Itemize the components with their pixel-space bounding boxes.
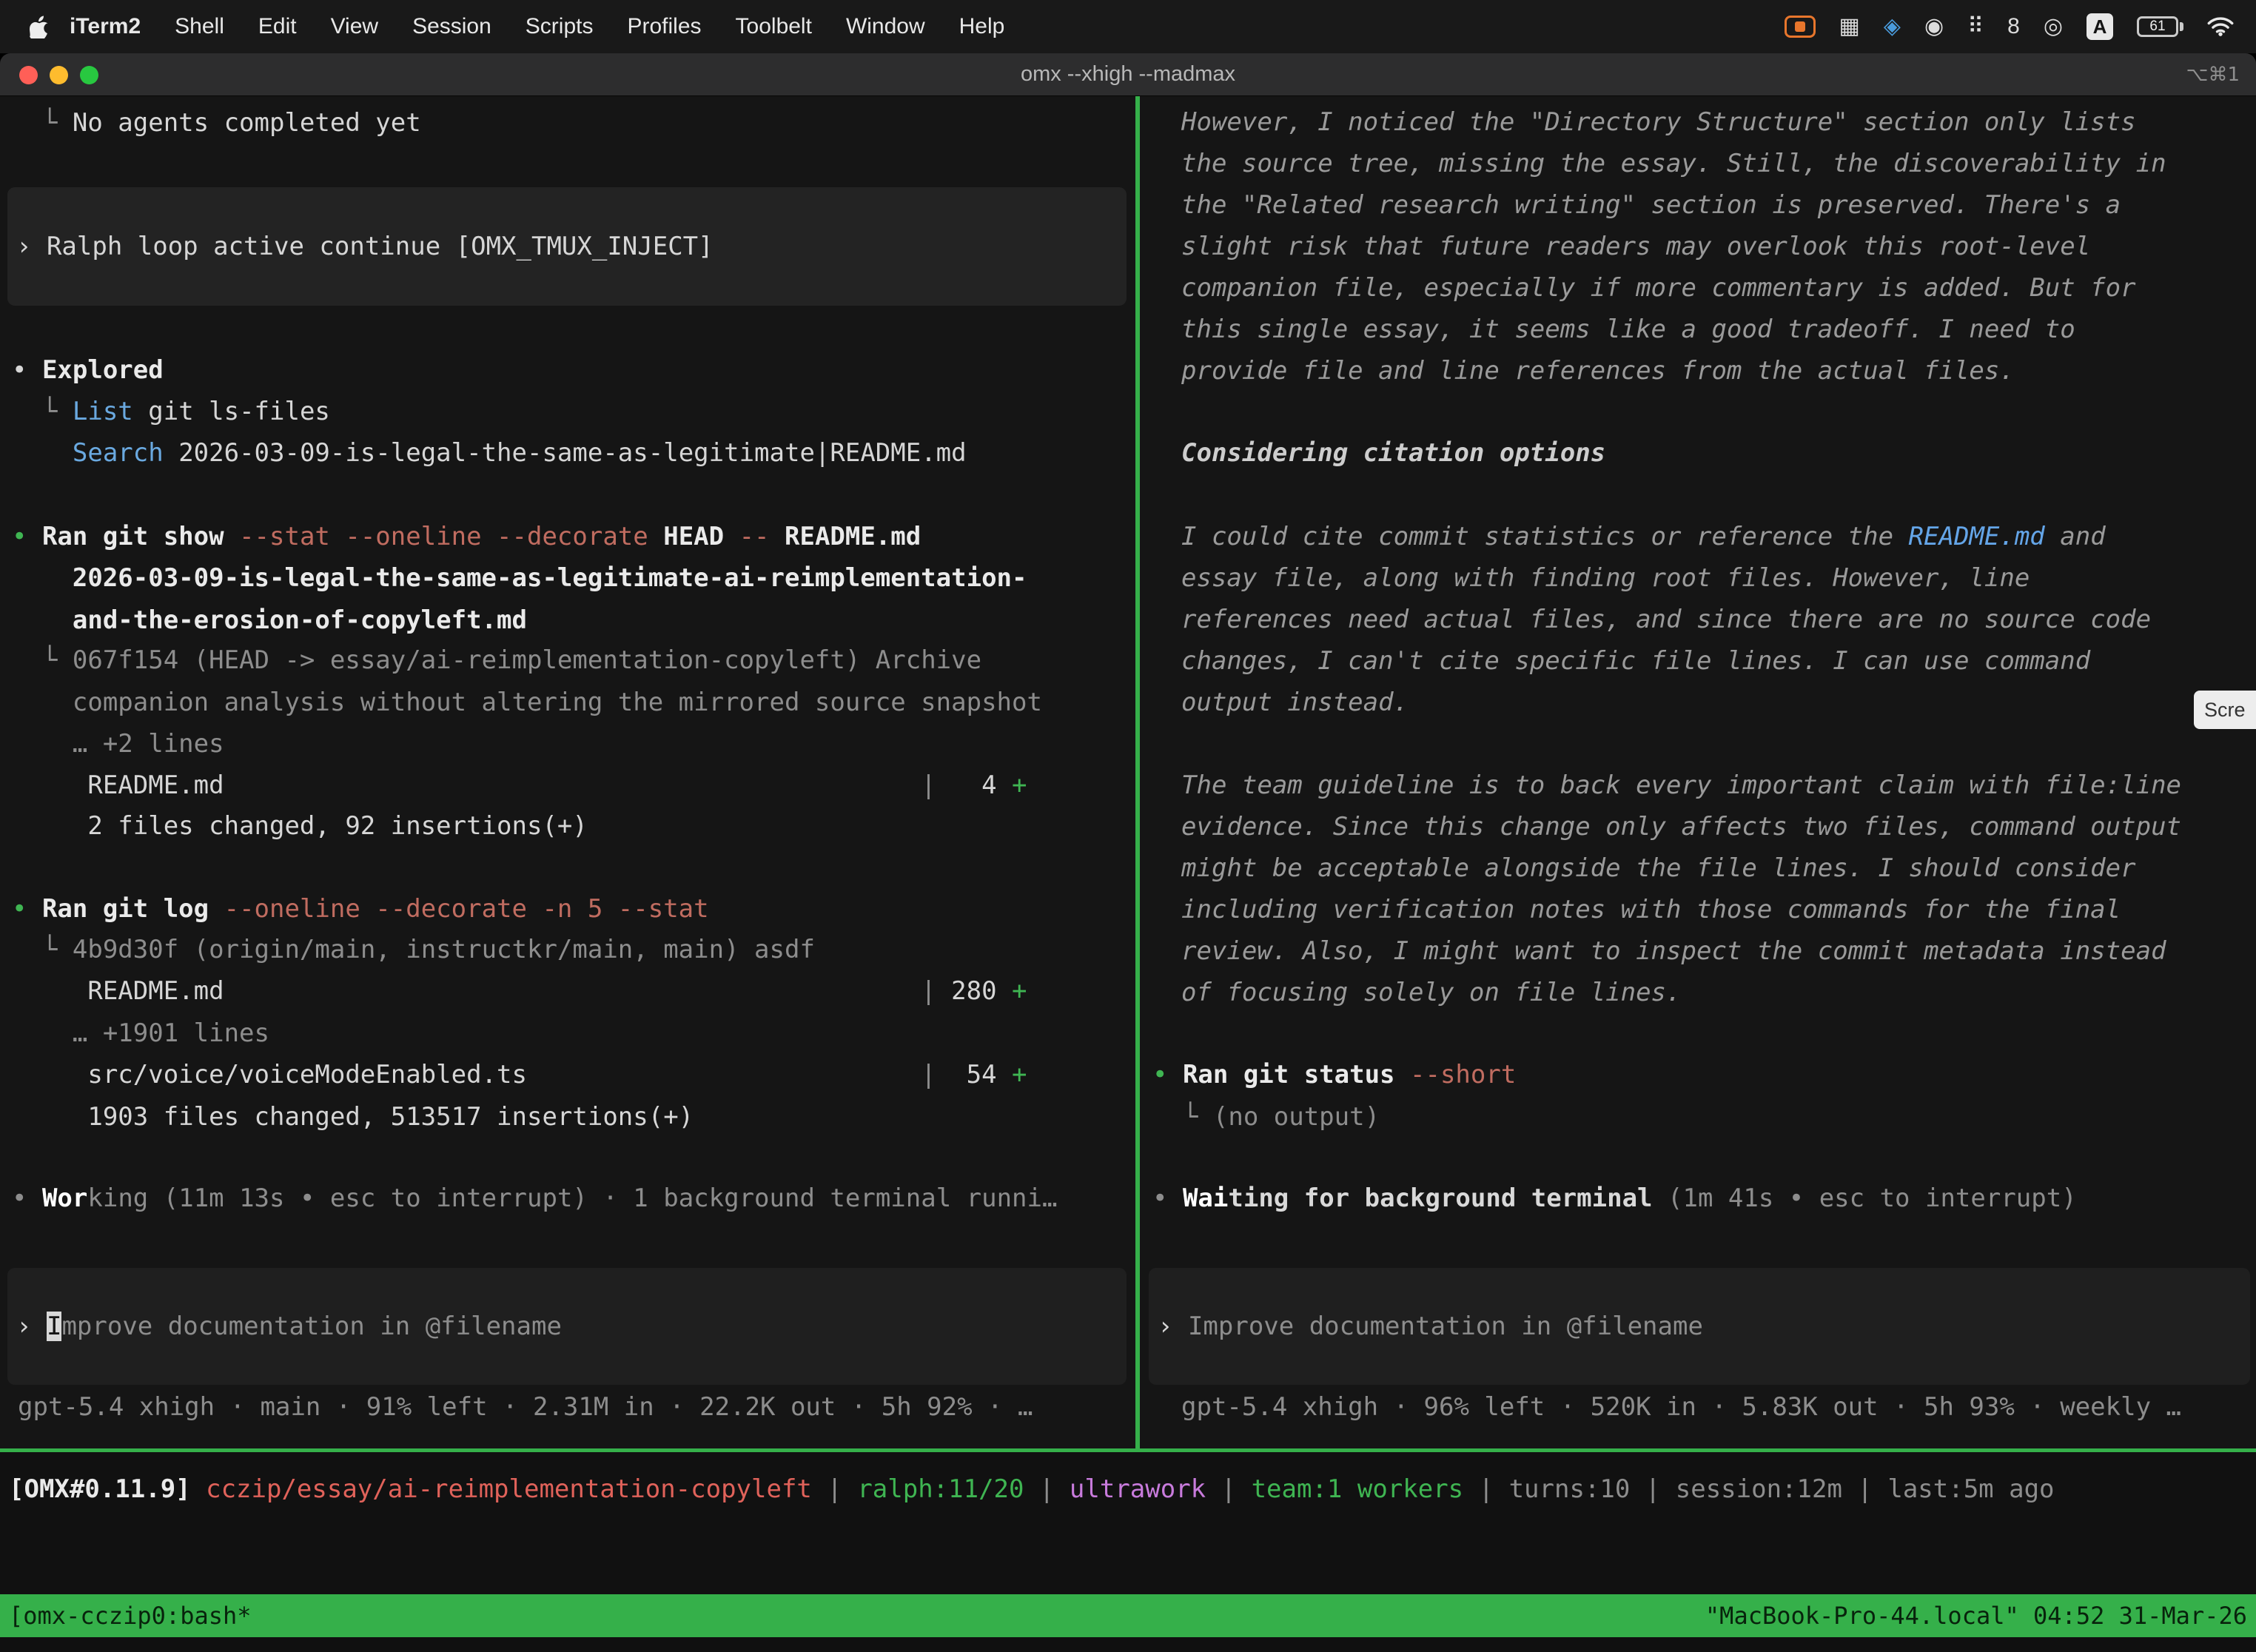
- git-show-stat-summary: 2 files changed, 92 insertions(+): [12, 805, 588, 847]
- git-show-output-ellipsis: … +2 lines: [12, 723, 224, 765]
- omx-status-pane[interactable]: [OMX#0.11.9] cczip/essay/ai-reimplementa…: [0, 1452, 2256, 1594]
- tab-shortcut: ⌥⌘1: [2186, 53, 2240, 96]
- tmux-status-bar: [omx-cczip0:bash* "MacBook-Pro-44.local"…: [0, 1594, 2256, 1637]
- menu-bar-status-area: ▦ ◈ ◉ ⠿ 8 ◎ A 61: [1785, 13, 2234, 40]
- screen-share-tooltip: Scre: [2194, 691, 2256, 729]
- dark-app-icon[interactable]: ◉: [1924, 16, 1944, 38]
- explored-search-line: Search 2026-03-09-is-legal-the-same-as-l…: [12, 432, 967, 474]
- prompt-input-left[interactable]: › Improve documentation in @filename: [7, 1268, 1127, 1385]
- model-status-line-right: gpt-5.4 xhigh · 96% left · 520K in · 5.8…: [1181, 1386, 2181, 1428]
- menu-item-iterm2[interactable]: iTerm2: [49, 14, 158, 39]
- explored-header: • Explored: [12, 349, 164, 391]
- menu-item-toolbelt[interactable]: Toolbelt: [719, 14, 829, 39]
- apple-logo-icon: [30, 16, 49, 38]
- ran-git-status-command: • Ran git status --short: [1152, 1054, 1516, 1095]
- git-show-output-commit: └ 067f154 (HEAD -> essay/ai-reimplementa…: [12, 639, 981, 681]
- menu-item-view[interactable]: View: [314, 14, 395, 39]
- keycap-icon[interactable]: 8: [2007, 16, 2020, 38]
- ran-git-log-command: • Ran git log --oneline --decorate -n 5 …: [12, 888, 709, 930]
- window-title: omx --xhigh --madmax: [0, 53, 2256, 95]
- working-status-line: • Working (11m 13s • esc to interrupt) ·…: [12, 1178, 1057, 1219]
- wifi-icon[interactable]: [2207, 16, 2234, 37]
- git-log-output-ellipsis: … +1901 lines: [12, 1013, 269, 1054]
- thinking-paragraph-2: I could cite commit statistics or refere…: [1181, 516, 2151, 723]
- ralph-inject-banner: › Ralph loop active continue [OMX_TMUX_I…: [7, 187, 1127, 306]
- command-continuation-line: and-the-erosion-of-copyleft.md: [12, 600, 527, 641]
- ran-git-show-command: • Ran git show --stat --oneline --decora…: [12, 516, 921, 557]
- blue-app-icon[interactable]: ◈: [1884, 16, 1901, 38]
- dots-grid-icon[interactable]: ⠿: [1967, 16, 1984, 38]
- terminal-pane-right[interactable]: However, I noticed the "Directory Struct…: [1140, 96, 2256, 1448]
- menu-item-window[interactable]: Window: [829, 14, 942, 39]
- battery-icon[interactable]: 61: [2137, 16, 2183, 37]
- apple-menu[interactable]: [30, 16, 49, 38]
- command-continuation-line: 2026-03-09-is-legal-the-same-as-legitima…: [12, 557, 1027, 599]
- menu-bar: iTerm2 Shell Edit View Session Scripts P…: [0, 0, 2256, 53]
- thinking-paragraph-3: The team guideline is to back every impo…: [1181, 765, 2181, 1013]
- window-grid-icon[interactable]: ▦: [1839, 16, 1860, 38]
- menu-item-scripts[interactable]: Scripts: [508, 14, 611, 39]
- git-log-stat-voicemode: src/voice/voiceModeEnabled.ts | 54 +: [12, 1054, 1027, 1095]
- terminal-pane-left[interactable]: └ No agents completed yet › Ralph loop a…: [0, 96, 1135, 1448]
- terminal-window: └ No agents completed yet › Ralph loop a…: [0, 96, 2256, 1652]
- menu-item-shell[interactable]: Shell: [158, 14, 241, 39]
- git-log-stat-readme: README.md | 280 +: [12, 970, 1027, 1012]
- prompt-input-right[interactable]: › Improve documentation in @filename: [1149, 1268, 2250, 1385]
- menu-item-help[interactable]: Help: [942, 14, 1022, 39]
- git-show-output-message: companion analysis without altering the …: [12, 682, 1042, 723]
- tmux-session-name: [omx-cczip0:bash*: [9, 1602, 252, 1630]
- menu-item-profiles[interactable]: Profiles: [610, 14, 718, 39]
- readme-link: README.md: [1909, 522, 2045, 551]
- menu-item-edit[interactable]: Edit: [241, 14, 314, 39]
- camera-icon[interactable]: ◎: [2044, 16, 2063, 38]
- battery-percent: 61: [2137, 16, 2178, 37]
- git-status-output: └ (no output): [1152, 1096, 1380, 1138]
- menu-item-session[interactable]: Session: [395, 14, 508, 39]
- window-title-bar[interactable]: omx --xhigh --madmax ⌥⌘1: [0, 53, 2256, 96]
- git-show-stat-readme: README.md | 4 +: [12, 765, 1027, 806]
- thinking-heading: Considering citation options: [1181, 432, 1605, 474]
- screen-recording-icon[interactable]: [1785, 16, 1816, 38]
- git-log-stat-summary: 1903 files changed, 513517 insertions(+): [12, 1096, 694, 1138]
- omx-status-line: [OMX#0.11.9] cczip/essay/ai-reimplementa…: [9, 1468, 2055, 1510]
- git-log-output-commit: └ 4b9d30f (origin/main, instructkr/main,…: [12, 929, 815, 970]
- waiting-status-line: • Waiting for background terminal (1m 41…: [1152, 1178, 2077, 1219]
- explored-list-line: └ List git ls-files: [12, 391, 330, 432]
- input-source-icon[interactable]: A: [2087, 13, 2113, 40]
- desktop: { "menu_bar": { "items": ["iTerm2","Shel…: [0, 0, 2256, 1652]
- tmux-host-clock: "MacBook-Pro-44.local" 04:52 31-Mar-26: [1705, 1602, 2247, 1630]
- thinking-paragraph-1: However, I noticed the "Directory Struct…: [1181, 101, 2166, 392]
- model-status-line-left: gpt-5.4 xhigh · main · 91% left · 2.31M …: [18, 1386, 1033, 1428]
- agents-note-line: └ No agents completed yet: [12, 102, 421, 144]
